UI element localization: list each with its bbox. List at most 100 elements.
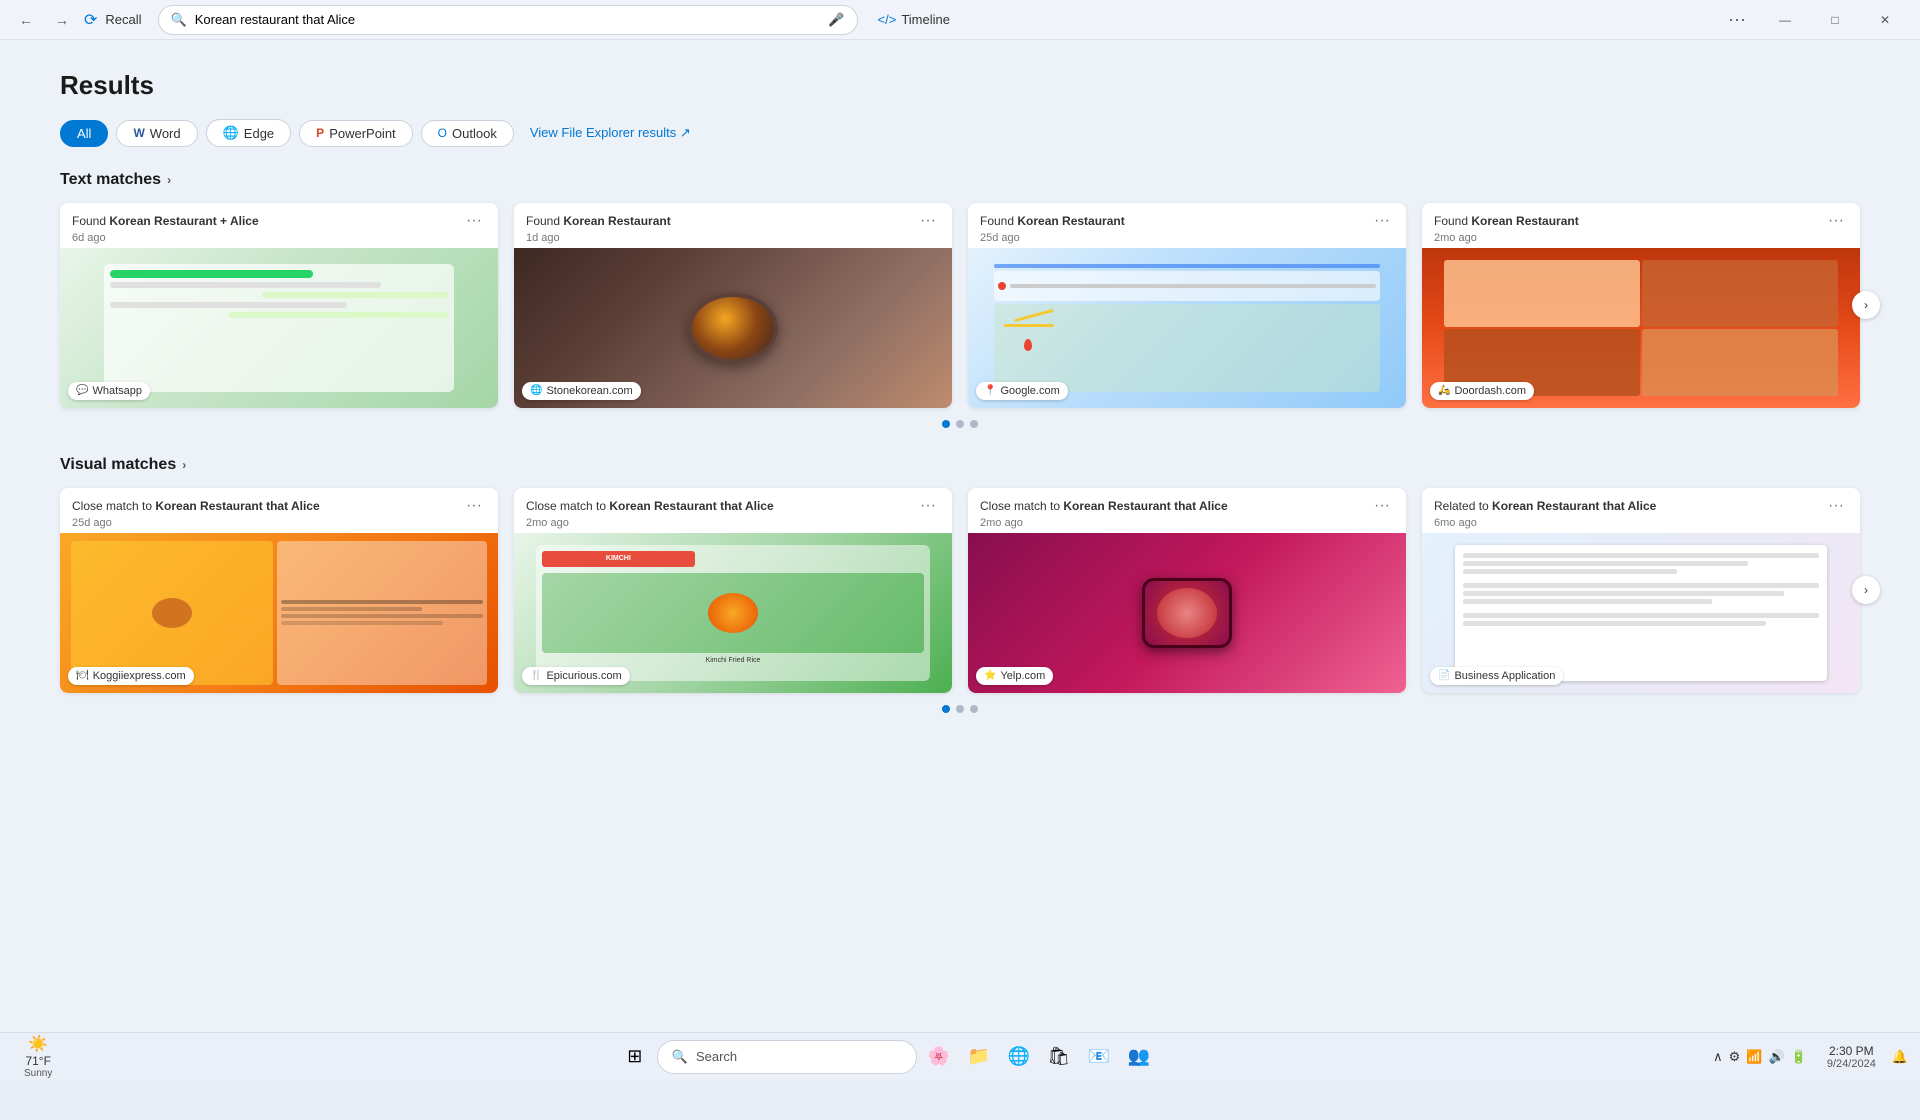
source-icon: ⭐	[984, 670, 996, 681]
card-time: 25d ago	[72, 517, 462, 529]
battery-icon[interactable]: 🔋	[1791, 1049, 1807, 1065]
card-more-button[interactable]: ···	[462, 213, 486, 229]
timeline-button[interactable]: </> Timeline	[878, 12, 950, 27]
card-title: Found Korean Restaurant + Alice	[72, 213, 462, 230]
start-button[interactable]: ⊞	[617, 1039, 653, 1075]
system-clock[interactable]: 2:30 PM 9/24/2024	[1819, 1044, 1884, 1070]
card-more-button[interactable]: ···	[1370, 213, 1394, 229]
visual-match-card-1[interactable]: Close match to Korean Restaurant that Al…	[60, 488, 498, 693]
titlebar-search-box[interactable]: 🔍 🎤	[158, 5, 858, 35]
visual-match-card-2[interactable]: Close match to Korean Restaurant that Al…	[514, 488, 952, 693]
visual-matches-header[interactable]: Visual matches ›	[60, 456, 1860, 474]
dot-3[interactable]	[970, 705, 978, 713]
system-tray: ∧ ⚙ 📶 🔊 🔋	[1705, 1049, 1815, 1065]
card-image: ⭐ Yelp.com	[968, 533, 1406, 693]
word-icon: W	[133, 126, 144, 140]
card-more-button[interactable]: ···	[1370, 498, 1394, 514]
card-image: 📍 Google.com	[968, 248, 1406, 408]
text-matches-chevron: ›	[167, 173, 171, 187]
text-matches-carousel: Found Korean Restaurant + Alice 6d ago ·…	[60, 203, 1860, 408]
outlook-button[interactable]: 📧	[1081, 1039, 1117, 1075]
card-more-button[interactable]: ···	[1824, 213, 1848, 229]
text-matches-next-arrow[interactable]: ›	[1852, 291, 1880, 319]
text-matches-label: Text matches	[60, 171, 161, 189]
text-match-card-2[interactable]: Found Korean Restaurant 1d ago ··· 🌐	[514, 203, 952, 408]
search-input[interactable]	[195, 12, 821, 27]
network-icon[interactable]: 📶	[1746, 1049, 1762, 1065]
powerpoint-icon: P	[316, 126, 324, 140]
source-badge: 📄 Business Application	[1430, 667, 1563, 685]
filter-tab-outlook[interactable]: O Outlook	[421, 120, 514, 147]
taskbar-right: ∧ ⚙ 📶 🔊 🔋 2:30 PM 9/24/2024 🔔	[1705, 1044, 1908, 1070]
card-header: Found Korean Restaurant 25d ago ···	[968, 203, 1406, 248]
store-button[interactable]: 🛍	[1041, 1039, 1077, 1075]
card-time: 25d ago	[980, 232, 1370, 244]
notification-icon[interactable]: 🔔	[1892, 1049, 1908, 1065]
dot-1[interactable]	[942, 705, 950, 713]
forward-button[interactable]: →	[48, 6, 76, 34]
source-badge: 🍴 Epicurious.com	[522, 667, 630, 685]
card-more-button[interactable]: ···	[1824, 498, 1848, 514]
card-more-button[interactable]: ···	[462, 498, 486, 514]
visual-matches-label: Visual matches	[60, 456, 176, 474]
filter-tab-edge[interactable]: 🌐 Edge	[206, 119, 292, 147]
volume-icon[interactable]: 🔊	[1769, 1049, 1785, 1065]
edge-button[interactable]: 🌐	[1001, 1039, 1037, 1075]
card-title: Close match to Korean Restaurant that Al…	[526, 498, 916, 515]
source-icon: 🍽	[76, 670, 89, 681]
filter-tab-all[interactable]: All	[60, 120, 108, 147]
minimize-button[interactable]: —	[1762, 4, 1808, 36]
source-badge: 🛵 Doordash.com	[1430, 382, 1534, 400]
dot-2[interactable]	[956, 420, 964, 428]
visual-match-card-4[interactable]: Related to Korean Restaurant that Alice …	[1422, 488, 1860, 693]
text-match-card-3[interactable]: Found Korean Restaurant 25d ago ···	[968, 203, 1406, 408]
card-header: Close match to Korean Restaurant that Al…	[60, 488, 498, 533]
mic-icon[interactable]: 🎤	[828, 12, 844, 28]
card-header: Related to Korean Restaurant that Alice …	[1422, 488, 1860, 533]
teams-button[interactable]: 👥	[1121, 1039, 1157, 1075]
card-title-area: Close match to Korean Restaurant that Al…	[980, 498, 1370, 529]
more-options-button[interactable]: ···	[1720, 5, 1754, 34]
card-image: 📄 Business Application	[1422, 533, 1860, 693]
filter-tab-powerpoint[interactable]: P PowerPoint	[299, 120, 413, 147]
source-badge: 💬 Whatsapp	[68, 382, 150, 400]
visual-match-card-3[interactable]: Close match to Korean Restaurant that Al…	[968, 488, 1406, 693]
view-file-explorer-link[interactable]: View File Explorer results ↗	[530, 125, 691, 141]
maximize-button[interactable]: □	[1812, 4, 1858, 36]
text-match-card-4[interactable]: Found Korean Restaurant 2mo ago ···	[1422, 203, 1860, 408]
visual-matches-next-arrow[interactable]: ›	[1852, 576, 1880, 604]
text-matches-header[interactable]: Text matches ›	[60, 171, 1860, 189]
source-icon: 🍴	[530, 670, 542, 681]
card-more-button[interactable]: ···	[916, 213, 940, 229]
edge-icon: 🌐	[223, 125, 239, 141]
source-name: Epicurious.com	[546, 670, 621, 682]
card-time: 1d ago	[526, 232, 916, 244]
text-match-card-1[interactable]: Found Korean Restaurant + Alice 6d ago ·…	[60, 203, 498, 408]
settings-icon[interactable]: ⚙	[1729, 1049, 1741, 1065]
card-more-button[interactable]: ···	[916, 498, 940, 514]
card-time: 2mo ago	[980, 517, 1370, 529]
source-badge: 🌐 Stonekorean.com	[522, 382, 641, 400]
clock-date: 9/24/2024	[1827, 1058, 1876, 1070]
widgets-button[interactable]: 🌸	[921, 1039, 957, 1075]
card-title-area: Close match to Korean Restaurant that Al…	[526, 498, 916, 529]
taskbar-search-box[interactable]: 🔍 Search	[657, 1040, 917, 1074]
file-explorer-button[interactable]: 📁	[961, 1039, 997, 1075]
card-time: 6mo ago	[1434, 517, 1824, 529]
source-name: Business Application	[1454, 670, 1555, 682]
source-name: Koggiiexpress.com	[93, 670, 186, 682]
card-image: KIMCHI Kimchi Fried Rice 🍴 Epicurious.co…	[514, 533, 952, 693]
card-title-area: Found Korean Restaurant 25d ago	[980, 213, 1370, 244]
card-title: Found Korean Restaurant	[1434, 213, 1824, 230]
dot-1[interactable]	[942, 420, 950, 428]
close-button[interactable]: ✕	[1862, 4, 1908, 36]
weather-widget[interactable]: ☀️ 71°F Sunny	[12, 1034, 64, 1079]
card-title: Found Korean Restaurant	[526, 213, 916, 230]
filter-tab-word[interactable]: W Word	[116, 120, 197, 147]
dot-3[interactable]	[970, 420, 978, 428]
dot-2[interactable]	[956, 705, 964, 713]
search-icon: 🔍	[171, 12, 187, 28]
back-button[interactable]: ←	[12, 6, 40, 34]
chevron-up-icon[interactable]: ∧	[1713, 1049, 1723, 1065]
card-header: Close match to Korean Restaurant that Al…	[968, 488, 1406, 533]
